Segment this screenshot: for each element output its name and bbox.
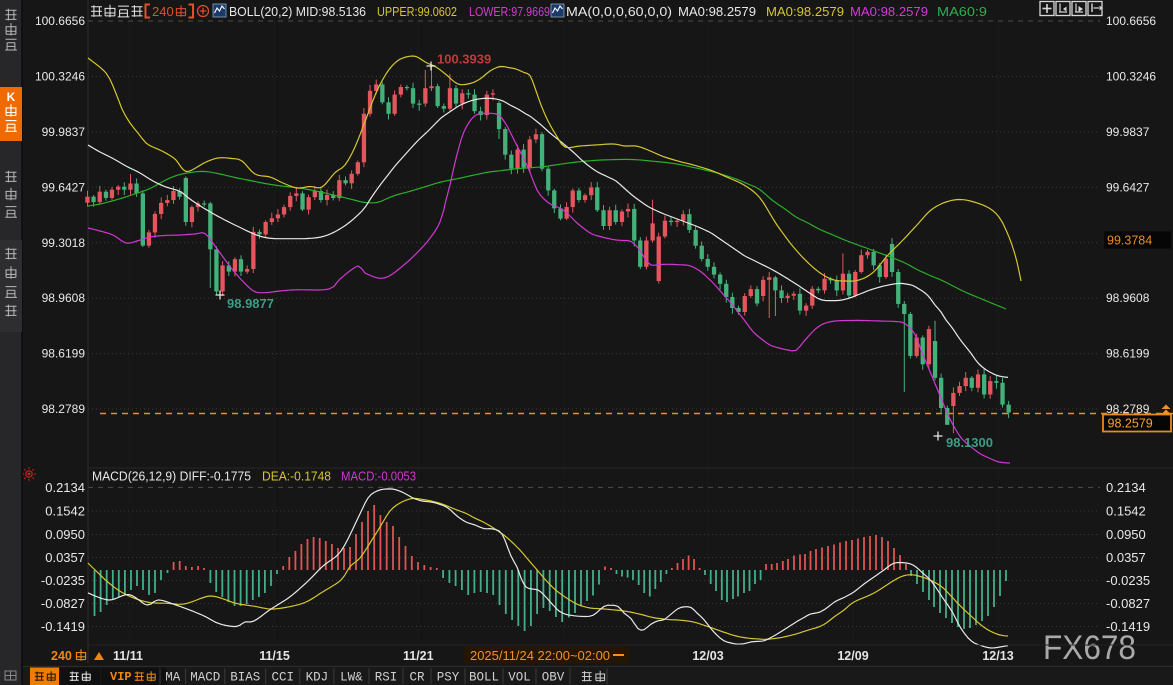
svg-text:0.0357: 0.0357 [1106, 550, 1146, 565]
svg-text:0.1542: 0.1542 [1106, 504, 1146, 519]
svg-text:98.6199: 98.6199 [42, 347, 86, 361]
svg-text:2025/11/24 22:00~02:00: 2025/11/24 22:00~02:00 [470, 649, 610, 663]
svg-text:PSY: PSY [437, 671, 460, 685]
svg-text:FX678: FX678 [1043, 629, 1136, 667]
svg-text:240: 240 [152, 4, 174, 19]
svg-text:OBV: OBV [542, 671, 565, 685]
svg-text:MA60:9: MA60:9 [937, 4, 987, 19]
svg-text:MACD(26,12,9) DIFF:-0.1775: MACD(26,12,9) DIFF:-0.1775 [92, 469, 251, 484]
svg-text:98.9608: 98.9608 [42, 291, 86, 305]
svg-text:99.3784: 99.3784 [1107, 234, 1152, 248]
svg-text:99.9837: 99.9837 [1106, 125, 1150, 139]
svg-text:98.6199: 98.6199 [1106, 347, 1150, 361]
svg-text:DEA:-0.1748: DEA:-0.1748 [262, 469, 331, 484]
svg-text:VOL: VOL [508, 671, 531, 685]
svg-text:99.6427: 99.6427 [42, 180, 86, 194]
svg-text:12/09: 12/09 [837, 649, 868, 663]
svg-text:MA(0,0,0,60,0,0): MA(0,0,0,60,0,0) [566, 4, 672, 19]
svg-text:KDJ: KDJ [306, 671, 329, 685]
svg-text:98.9608: 98.9608 [1106, 291, 1150, 305]
svg-text:0.2134: 0.2134 [1106, 480, 1146, 495]
svg-text:-0.0827: -0.0827 [1106, 596, 1150, 611]
svg-text:0.0950: 0.0950 [45, 527, 85, 542]
svg-text:0.2134: 0.2134 [45, 480, 85, 495]
svg-text:99.3018: 99.3018 [42, 236, 86, 250]
svg-text:VIP: VIP [110, 670, 132, 684]
svg-text:0.0357: 0.0357 [45, 550, 85, 565]
svg-text:99.6427: 99.6427 [1106, 180, 1150, 194]
svg-text:100.6656: 100.6656 [1106, 14, 1156, 28]
svg-text:-0.0235: -0.0235 [1106, 573, 1150, 588]
svg-text:240: 240 [51, 649, 72, 663]
svg-text:CCI: CCI [272, 671, 295, 685]
svg-text:LOWER:97.9669: LOWER:97.9669 [469, 4, 550, 19]
svg-text:12/13: 12/13 [982, 649, 1013, 663]
svg-text:12/03: 12/03 [692, 649, 723, 663]
svg-text:100.3246: 100.3246 [1106, 70, 1156, 84]
svg-text:MA0:98.2579: MA0:98.2579 [766, 4, 844, 19]
svg-text:98.2579: 98.2579 [1108, 417, 1153, 431]
svg-text:CR: CR [409, 671, 425, 685]
svg-text:98.1300: 98.1300 [946, 435, 993, 450]
svg-text:99.9837: 99.9837 [42, 125, 86, 139]
svg-text:-0.1419: -0.1419 [41, 619, 85, 634]
svg-text:MA0:98.2579: MA0:98.2579 [850, 4, 928, 19]
svg-text:0.1542: 0.1542 [45, 504, 85, 519]
svg-text:11/11: 11/11 [113, 649, 143, 663]
svg-text:MA0:98.2579: MA0:98.2579 [678, 4, 756, 19]
svg-text:-0.0235: -0.0235 [41, 573, 85, 588]
svg-text:MACD: MACD [190, 671, 220, 685]
svg-text:0.0950: 0.0950 [1106, 527, 1146, 542]
svg-text:K: K [7, 90, 16, 104]
svg-text:MACD:-0.0053: MACD:-0.0053 [341, 469, 416, 484]
svg-text:100.3246: 100.3246 [35, 70, 85, 84]
svg-text:100.3939: 100.3939 [437, 52, 491, 67]
svg-text:BIAS: BIAS [230, 671, 260, 685]
svg-text:98.9877: 98.9877 [227, 296, 274, 311]
svg-text:LW&: LW& [340, 671, 363, 685]
svg-text:BOLL(20,2) MID:98.5136: BOLL(20,2) MID:98.5136 [229, 4, 366, 19]
svg-text:11/15: 11/15 [259, 649, 290, 663]
svg-text:-0.0827: -0.0827 [41, 596, 85, 611]
svg-text:98.2789: 98.2789 [42, 402, 86, 416]
svg-text:UPPER:99.0602: UPPER:99.0602 [377, 4, 457, 19]
svg-text:RSI: RSI [375, 671, 398, 685]
svg-text:100.6656: 100.6656 [35, 14, 85, 28]
svg-text:MA: MA [165, 671, 181, 685]
svg-text:BOLL: BOLL [469, 671, 499, 685]
svg-text:11/21: 11/21 [403, 649, 434, 663]
